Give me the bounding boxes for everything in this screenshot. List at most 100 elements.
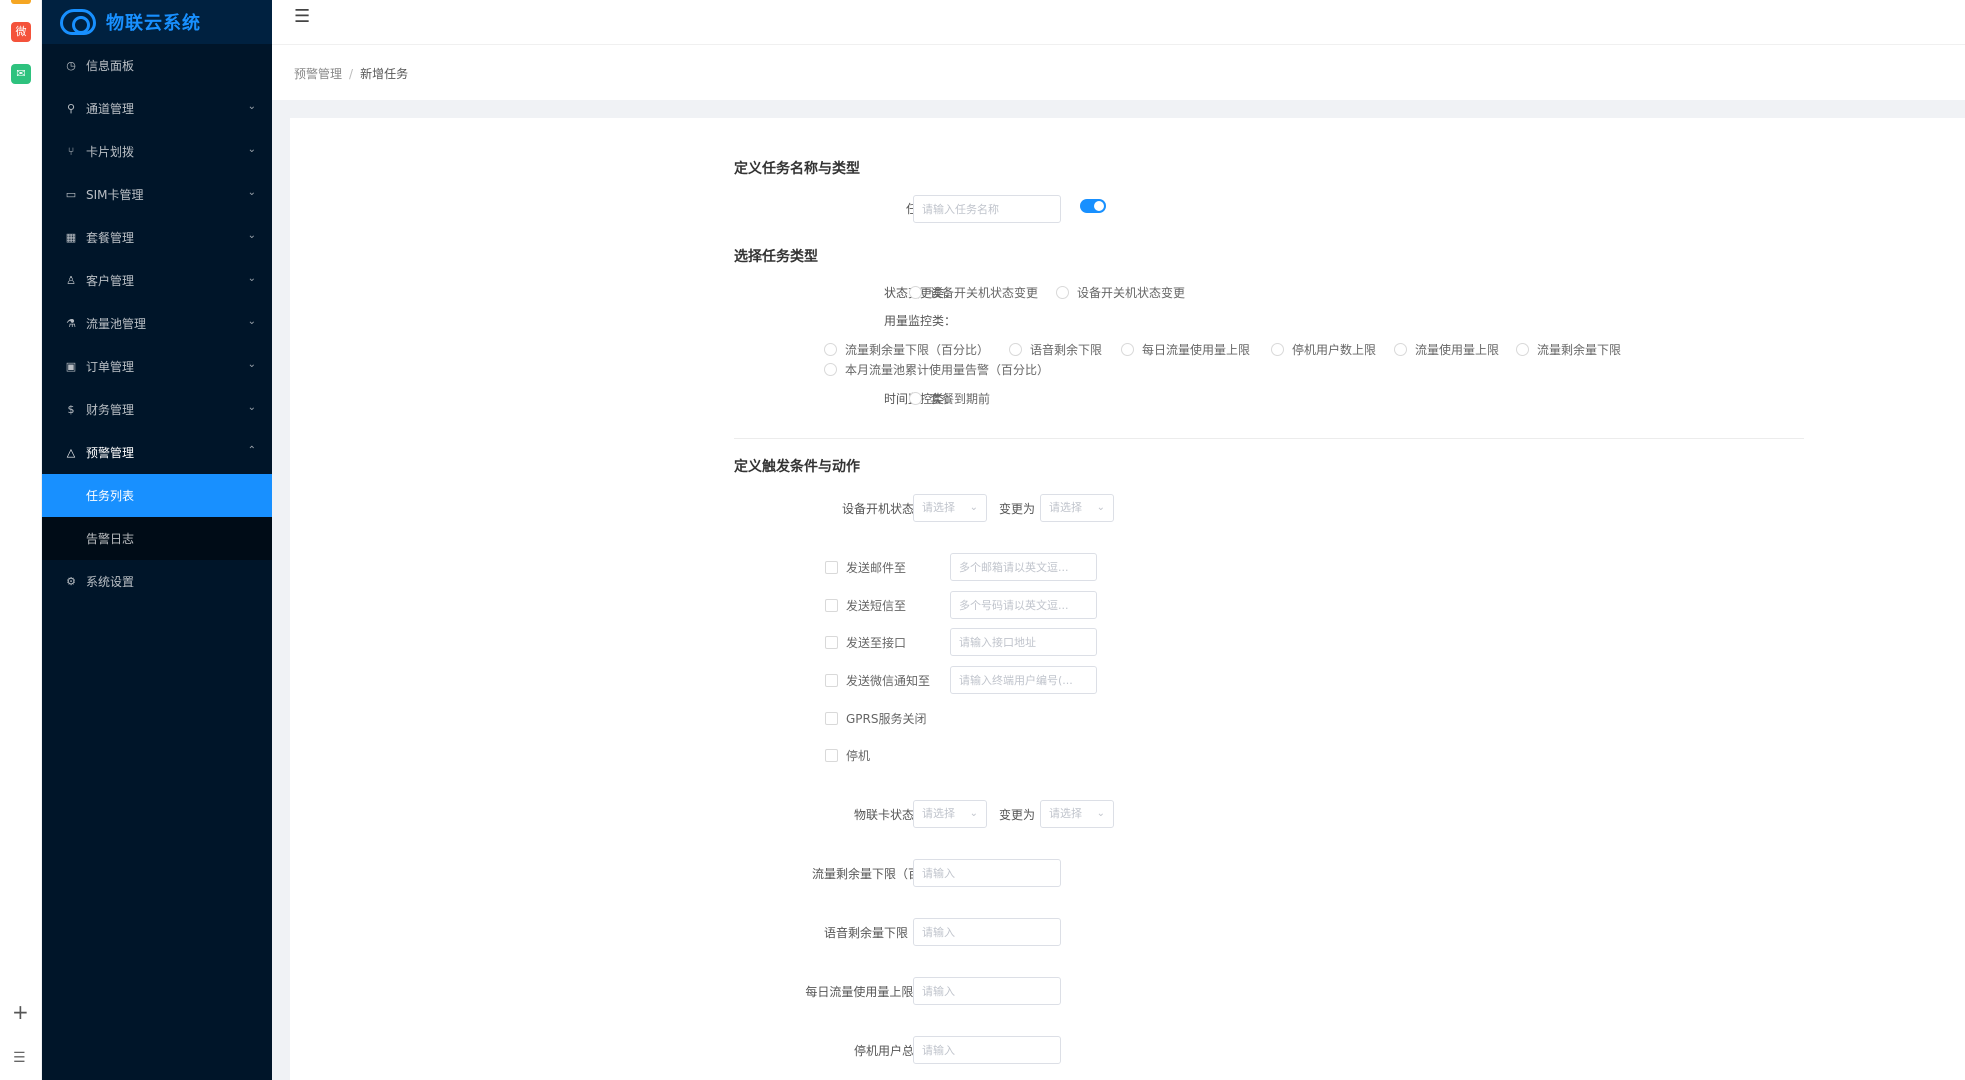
section-title-task-type: 选择任务类型 <box>734 249 818 265</box>
radio-label: 流量使用量上限 <box>1415 343 1500 357</box>
sidebar-menu: ◷ 信息面板 ⚲ 通道管理 ⌄ ⑂ 卡片划拨 ⌄ ▭ SIM卡管理 ⌄ ▦ 套餐… <box>42 44 272 603</box>
sidebar-item-sim[interactable]: ▭ SIM卡管理 ⌄ <box>42 173 272 216</box>
add-icon[interactable]: + <box>12 1002 29 1022</box>
action-email-checkbox[interactable]: 发送邮件至 <box>825 559 906 576</box>
sms-input[interactable] <box>950 591 1097 619</box>
mail-icon[interactable]: ✉ <box>11 64 31 84</box>
sidebar-item-pool[interactable]: ⚗ 流量池管理 ⌄ <box>42 302 272 345</box>
chevron-down-icon: ⌄ <box>247 402 256 413</box>
chevron-down-icon: ⌄ <box>969 502 978 513</box>
sidebar-item-channel[interactable]: ⚲ 通道管理 ⌄ <box>42 87 272 130</box>
sidebar-item-label: 系统设置 <box>86 575 135 589</box>
sidebar-item-settings[interactable]: ⚙ 系统设置 <box>42 560 272 603</box>
radio-usage-option[interactable]: 语音剩余下限 <box>1009 341 1102 358</box>
task-enable-switch[interactable] <box>1080 199 1106 213</box>
radio-status-option[interactable]: 设备开关机状态变更 <box>1056 284 1185 301</box>
warning-icon: △ <box>66 446 76 459</box>
radio-label: 语音剩余下限 <box>1030 343 1103 357</box>
sidebar-item-customer[interactable]: ♙ 客户管理 ⌄ <box>42 259 272 302</box>
chevron-down-icon: ⌄ <box>247 144 256 155</box>
radio-label: 套餐到期前 <box>930 392 991 406</box>
device-to-select[interactable]: 请选择 ⌄ <box>1040 494 1114 522</box>
list-icon[interactable]: ☰ <box>13 1050 26 1066</box>
radio-label: 每日流量使用量上限 <box>1142 343 1251 357</box>
chevron-down-icon: ⌄ <box>247 101 256 112</box>
action-sms-checkbox[interactable]: 发送短信至 <box>825 597 906 614</box>
sidebar-item-finance[interactable]: $ 财务管理 ⌄ <box>42 388 272 431</box>
radio-usage-option[interactable]: 流量剩余量下限 <box>1516 341 1621 358</box>
radio-time-option[interactable]: 套餐到期前 <box>909 390 990 407</box>
sidebar-item-label: 订单管理 <box>86 360 135 374</box>
branch-icon: ⑂ <box>67 145 75 158</box>
device-from-select[interactable]: 请选择 ⌄ <box>913 494 987 522</box>
radio-usage-option[interactable]: 本月流量池累计使用量告警（百分比） <box>824 361 1049 378</box>
radio-status-option[interactable]: 设备开关机状态变更 <box>909 284 1038 301</box>
action-suspend-checkbox[interactable]: 停机 <box>825 747 870 764</box>
sidebar-item-label: 客户管理 <box>86 274 135 288</box>
checkbox-label: 发送短信至 <box>846 599 907 613</box>
checkbox-icon <box>825 674 838 687</box>
action-gprs-off-checkbox[interactable]: GPRS服务关闭 <box>825 710 927 727</box>
sidebar-item-label: 卡片划拨 <box>86 145 135 159</box>
menu-fold-icon[interactable]: ☰ <box>294 6 310 27</box>
voice-remaining-input[interactable] <box>913 918 1061 946</box>
change-to-label: 变更为 <box>998 808 1035 822</box>
checkbox-icon <box>825 636 838 649</box>
sidebar: 物联云系统 ◷ 信息面板 ⚲ 通道管理 ⌄ ⑂ 卡片划拨 ⌄ ▭ SIM卡管理 … <box>42 0 272 1080</box>
radio-usage-option[interactable]: 流量剩余量下限（百分比） <box>824 341 989 358</box>
sidebar-item-order[interactable]: ▣ 订单管理 ⌄ <box>42 345 272 388</box>
dock-tab-icon[interactable] <box>11 0 31 4</box>
radio-icon <box>1394 343 1407 356</box>
email-input[interactable] <box>950 553 1097 581</box>
select-placeholder: 请选择 <box>1049 807 1082 820</box>
section-divider <box>734 438 1804 439</box>
radio-icon <box>824 343 837 356</box>
checkbox-icon <box>825 712 838 725</box>
api-input[interactable] <box>950 628 1097 656</box>
flask-icon: ⚗ <box>66 317 76 330</box>
content-gap-left <box>272 100 290 1080</box>
card-to-select[interactable]: 请选择 ⌄ <box>1040 800 1114 828</box>
checkbox-icon <box>825 561 838 574</box>
sidebar-item-dashboard[interactable]: ◷ 信息面板 <box>42 44 272 87</box>
radio-usage-option[interactable]: 停机用户数上限 <box>1271 341 1376 358</box>
weibo-icon[interactable]: 微 <box>11 22 31 42</box>
select-placeholder: 请选择 <box>922 501 955 514</box>
radio-usage-option[interactable]: 每日流量使用量上限 <box>1121 341 1250 358</box>
checkbox-icon <box>825 749 838 762</box>
task-name-input[interactable] <box>913 195 1061 223</box>
form-panel: 定义任务名称与类型 任务名称： 选择任务类型 状态变更类： 设备开关机状态变更 … <box>290 118 1965 1080</box>
sidebar-item-card-transfer[interactable]: ⑂ 卡片划拨 ⌄ <box>42 130 272 173</box>
action-api-checkbox[interactable]: 发送至接口 <box>825 634 906 651</box>
user-icon: ♙ <box>66 274 76 287</box>
checkbox-label: GPRS服务关闭 <box>846 712 927 726</box>
chevron-down-icon: ⌄ <box>969 808 978 819</box>
radio-icon <box>1009 343 1022 356</box>
breadcrumb-bar: 预警管理 / 新增任务 <box>272 45 1965 100</box>
card-from-select[interactable]: 请选择 ⌄ <box>913 800 987 828</box>
top-header: ☰ <box>272 0 1965 45</box>
radio-label: 停机用户数上限 <box>1292 343 1377 357</box>
gear-icon: ⚙ <box>66 575 76 588</box>
logo[interactable]: 物联云系统 <box>42 0 272 44</box>
sidebar-subitem-alarm-log[interactable]: 告警日志 <box>42 517 272 560</box>
chevron-down-icon: ⌄ <box>247 230 256 241</box>
chevron-down-icon: ⌄ <box>247 187 256 198</box>
cloud-logo-icon <box>60 9 96 35</box>
flow-remaining-percent-input[interactable] <box>913 859 1061 887</box>
action-wechat-checkbox[interactable]: 发送微信通知至 <box>825 672 930 689</box>
warning-submenu: 任务列表 告警日志 <box>42 474 272 560</box>
radio-icon <box>1516 343 1529 356</box>
sidebar-item-warning[interactable]: △ 预警管理 ⌃ <box>42 431 272 474</box>
sidebar-subitem-task-list[interactable]: 任务列表 <box>42 474 272 517</box>
radio-icon <box>1056 286 1069 299</box>
checkbox-label: 停机 <box>846 749 871 763</box>
sidebar-item-package[interactable]: ▦ 套餐管理 ⌄ <box>42 216 272 259</box>
suspended-users-threshold-input[interactable] <box>913 1036 1061 1064</box>
breadcrumb-parent[interactable]: 预警管理 <box>294 67 342 81</box>
change-to-label: 变更为 <box>998 502 1035 516</box>
daily-flow-limit-input[interactable] <box>913 977 1061 1005</box>
select-placeholder: 请选择 <box>922 807 955 820</box>
radio-usage-option[interactable]: 流量使用量上限 <box>1394 341 1499 358</box>
wechat-input[interactable] <box>950 666 1097 694</box>
